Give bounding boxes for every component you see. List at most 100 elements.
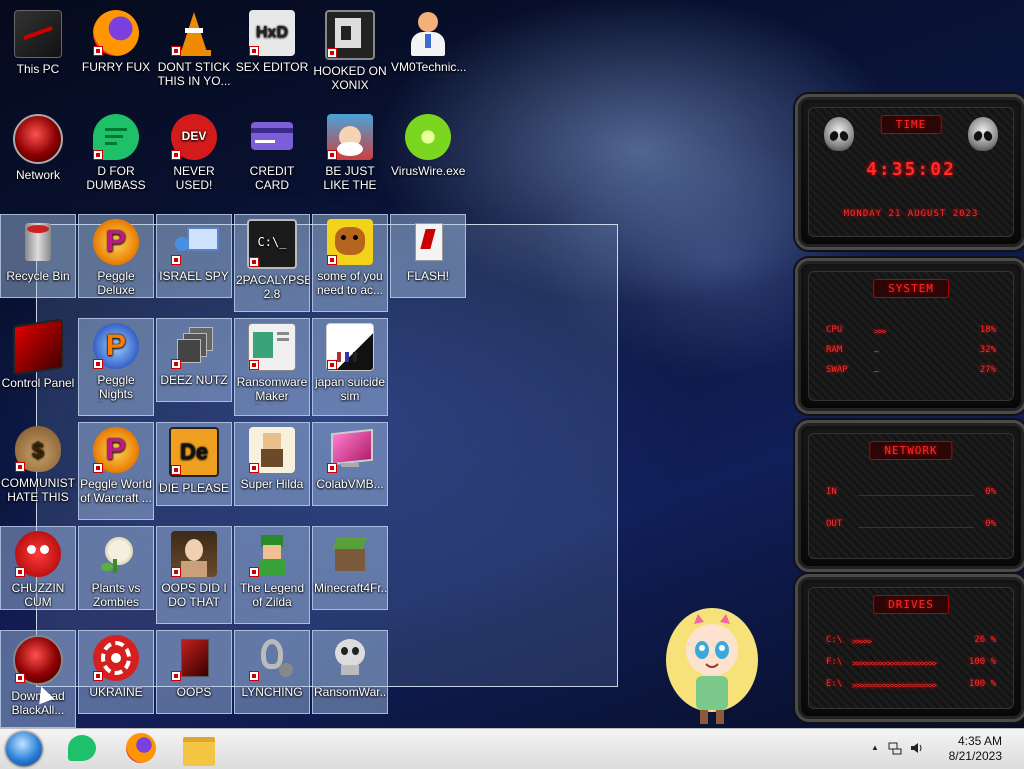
red-document-icon [171, 635, 217, 681]
start-button[interactable] [6, 732, 42, 766]
system-tray: ▲ 4:35 AM 8/21/2023 [864, 729, 1024, 769]
stacked-windows-icon [171, 323, 217, 369]
terminal-icon: C:\_ [247, 219, 297, 269]
desktop-icon-deez-nutz[interactable]: DEEZ NUTZ [156, 318, 232, 402]
clock-date: MONDAY 21 AUGUST 2023 [843, 209, 979, 219]
application-window-icon [248, 323, 296, 371]
cartoon-dog-icon [327, 219, 373, 265]
desktop-icon-hooked-on-xonix[interactable]: HOOKED ON XONIX [312, 6, 388, 106]
taskbar-file-explorer[interactable] [182, 733, 216, 766]
show-hidden-icons-chevron[interactable]: ▲ [868, 741, 882, 755]
tray-date: 8/21/2023 [948, 749, 1002, 763]
desktop-icon-some-of-you[interactable]: some of you need to ac... [312, 214, 388, 312]
link-pixel-icon [249, 531, 295, 577]
desktop-icon-oops-did[interactable]: OOPS DID I DO THAT [156, 526, 232, 624]
folder-icon [183, 737, 215, 766]
computer-icon [14, 10, 62, 58]
plant-flower-icon [93, 531, 139, 577]
grass-block-icon [327, 531, 373, 577]
remote-desktop-icon [171, 219, 219, 265]
desktop-icon-ransomwar[interactable]: RansomWar... [312, 630, 388, 714]
desktop-icon-lynching[interactable]: LYNCHING [234, 630, 310, 714]
de-logo-icon: De [169, 427, 219, 477]
pixel-character-icon [249, 427, 295, 473]
desktop-icon-control-panel[interactable]: Control Panel [0, 318, 76, 418]
desktop-icon-die-please[interactable]: De DIE PLEASE [156, 422, 232, 506]
cartoon-girl-sticker [666, 608, 758, 724]
desktop-icon-ransomware-maker[interactable]: Ransomware Maker Build... [234, 318, 310, 416]
hxd-icon: HxD [249, 10, 295, 56]
volume-icon[interactable] [910, 741, 924, 755]
desktop-icon-japan-suicide[interactable]: japan suicide sim [312, 318, 388, 416]
chat-bubble-icon [68, 735, 96, 761]
red-orb-icon [13, 635, 63, 685]
network-in-row: IN 0% [826, 487, 996, 497]
devcpp-icon: DEV [171, 114, 217, 160]
desktop-icon-flash[interactable]: FLASH! [390, 214, 466, 298]
tray-clock[interactable]: 4:35 AM 8/21/2023 [949, 734, 1002, 764]
ram-row: RAM — 32% [826, 345, 996, 356]
desktop-icon-chuzzin-cum[interactable]: CHUZZIN CUM [0, 526, 76, 610]
desktop-icon-israel-spy[interactable]: ISRAEL SPY [156, 214, 232, 298]
network-gadget[interactable]: NETWORK IN 0% OUT 0% [795, 420, 1024, 572]
network-globe-icon [13, 114, 63, 164]
desktop-icon-peggle-nights[interactable]: P Peggle Nights Deluxe [78, 318, 154, 416]
network-gadget-title: NETWORK [869, 441, 953, 460]
desktop-icon-viruswire[interactable]: VirusWire.exe [390, 110, 466, 210]
radiation-icon [93, 635, 139, 681]
desktop-icon-zelda[interactable]: The Legend of Zilda [234, 526, 310, 624]
clock-time: 4:35:02 [866, 159, 956, 180]
network-tray-icon[interactable] [888, 741, 902, 755]
desktop-icon-d-for-dumbass[interactable]: D FOR DUMBASS [78, 110, 154, 210]
desktop-icon-credit-card-checker[interactable]: CREDIT CARD CHECKER [234, 110, 310, 210]
desktop-icon-sex-editor[interactable]: HxD SEX EDITOR [234, 6, 310, 106]
system-gadget[interactable]: SYSTEM CPU >>> 18% RAM — 32% SWAP — 27% [795, 258, 1024, 414]
system-gadget-title: SYSTEM [873, 279, 949, 298]
desktop-icon-minecraft[interactable]: Minecraft4Fr... [312, 526, 388, 610]
drive-e-row: E:\ >>>>>>>>>>>>>>>>>>>>>> 100 % [826, 679, 996, 690]
taskbar-chat-app[interactable] [66, 733, 100, 765]
time-gadget[interactable]: TIME 4:35:02 MONDAY 21 AUGUST 2023 [795, 94, 1024, 250]
tray-time: 4:35 AM [957, 734, 1002, 748]
network-out-row: OUT 0% [826, 519, 996, 529]
desktop-icon-oops[interactable]: OOPS [156, 630, 232, 714]
portrait-painting-icon [171, 531, 217, 577]
desktop-icon-dont-stick[interactable]: DONT STICK THIS IN YO... [156, 6, 232, 106]
desktop-icon-ukraine[interactable]: UKRAINE [78, 630, 154, 714]
swap-row: SWAP — 27% [826, 365, 996, 376]
taskbar-firefox[interactable] [124, 733, 158, 765]
drives-gadget-title: DRIVES [873, 595, 949, 614]
drives-gadget[interactable]: DRIVES C:\ >>>>> 26 % F:\ >>>>>>>>>>>>>>… [795, 574, 1024, 722]
desktop-icon-never-used[interactable]: DEV NEVER USED! [156, 110, 232, 210]
control-panel-icon [13, 318, 63, 376]
desktop-icon-vm0technic[interactable]: VM0Technic... [390, 6, 466, 106]
alien-head-icon [824, 117, 854, 151]
desktop-icon-download-black[interactable]: Download BlackAll... [0, 630, 76, 728]
chat-bubble-icon [93, 114, 139, 160]
credit-card-icon [249, 114, 295, 160]
desktop-icon-colabvmb[interactable]: ColabVMB... [312, 422, 388, 506]
desktop-icon-peggle-deluxe[interactable]: P Peggle Deluxe [78, 214, 154, 298]
xonix-icon [325, 10, 375, 60]
lime-icon [405, 114, 451, 160]
vlc-cone-icon [171, 10, 217, 56]
desktop-icon-be-just-like[interactable]: BE JUST LIKE THE DUDE! [312, 110, 388, 210]
desktop-icon-peggle-wow[interactable]: P Peggle World of Warcraft ... [78, 422, 154, 520]
skull-icon [327, 635, 373, 681]
time-gadget-title: TIME [880, 115, 942, 134]
desktop-icon-recycle-bin[interactable]: Recycle Bin [0, 214, 76, 298]
desktop-icon-super-hilda[interactable]: Super Hilda [234, 422, 310, 506]
cpu-row: CPU >>> 18% [826, 325, 996, 336]
noose-gear-icon [249, 635, 295, 681]
desktop-icon-this-pc[interactable]: This PC [0, 6, 76, 106]
taskbar: ▲ 4:35 AM 8/21/2023 [0, 728, 1024, 769]
desktop-icon-communists[interactable]: $ COMMUNISTS HATE THIS G... [0, 422, 76, 522]
firefox-icon [126, 733, 156, 763]
santa-elf-icon [327, 114, 373, 160]
money-bag-icon: $ [15, 426, 61, 472]
desktop-icon-2pacalypse[interactable]: C:\_ 2PACALYPSE 2.8 [234, 214, 310, 312]
desktop-icon-pvz[interactable]: Plants vs Zombies [78, 526, 154, 610]
monitor-icon [327, 427, 373, 473]
desktop-icon-furry-fux[interactable]: FURRY FUX [78, 6, 154, 106]
desktop-icon-network[interactable]: Network [0, 110, 76, 210]
